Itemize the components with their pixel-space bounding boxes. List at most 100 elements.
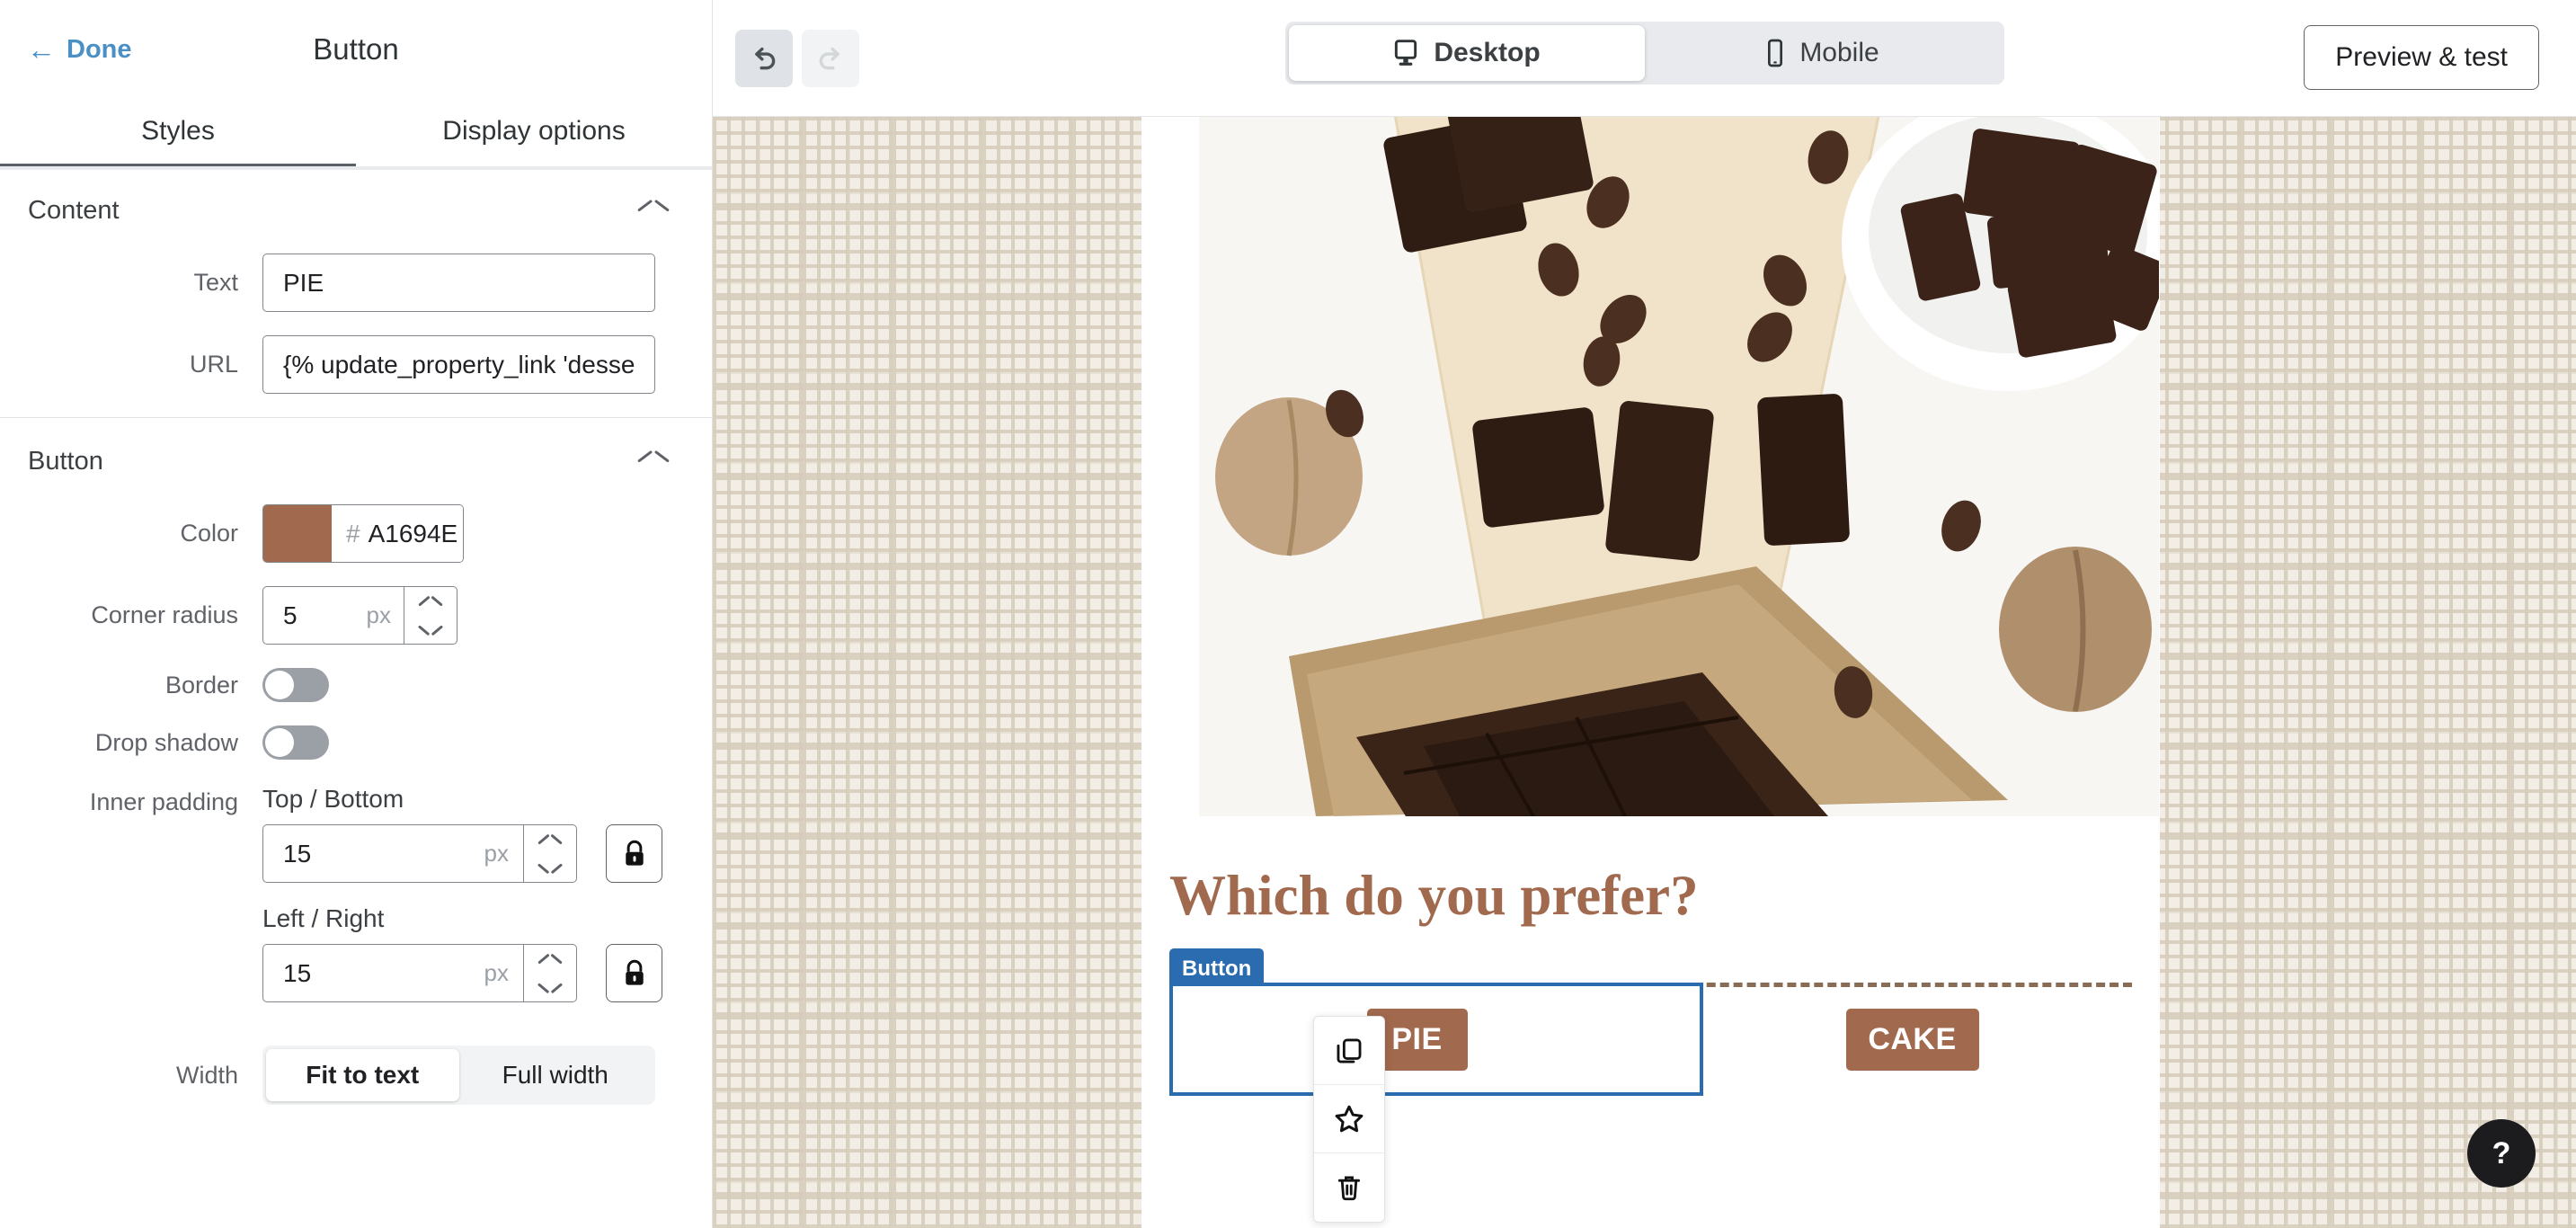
text-input[interactable]: PIE bbox=[262, 254, 655, 312]
device-option-desktop-label: Desktop bbox=[1434, 38, 1541, 67]
corner-radius-unit: px bbox=[366, 601, 391, 628]
tabs-baseline bbox=[0, 166, 712, 170]
top-bottom-row: 15 px bbox=[262, 824, 662, 883]
corner-radius-value: 5 bbox=[283, 601, 298, 629]
left-right-label: Left / Right bbox=[262, 904, 385, 932]
undo-button[interactable] bbox=[735, 29, 793, 87]
button-cell-pie[interactable]: PIE bbox=[1169, 983, 1703, 1096]
copy-icon bbox=[1337, 1038, 1362, 1063]
chevron-up-icon[interactable] bbox=[419, 599, 442, 611]
duplicate-block-button[interactable] bbox=[1314, 1017, 1384, 1085]
field-row-inner-padding: Inner padding Top / Bottom 15 px Left / … bbox=[0, 783, 712, 1022]
chevron-up-icon[interactable] bbox=[638, 452, 669, 470]
email-button-cake-label: CAKE bbox=[1868, 1021, 1957, 1056]
email-button-pie-label: PIE bbox=[1391, 1021, 1443, 1056]
back-arrow-icon: ← bbox=[27, 33, 56, 66]
editor-main: Desktop Mobile Preview & test Which do y… bbox=[713, 0, 2576, 1228]
url-input-value: {% update_property_link 'desse bbox=[283, 350, 635, 378]
redo-icon bbox=[819, 47, 839, 69]
chevron-down-icon[interactable] bbox=[419, 619, 442, 632]
help-button-label: ? bbox=[2492, 1135, 2511, 1170]
width-segmented-control: Fit to text Full width bbox=[262, 1046, 655, 1105]
drop-shadow-toggle[interactable] bbox=[262, 725, 329, 760]
delete-block-button[interactable] bbox=[1314, 1153, 1384, 1222]
width-option-full-width[interactable]: Full width bbox=[459, 1049, 653, 1101]
chevron-up-icon[interactable] bbox=[638, 201, 669, 219]
text-input-value: PIE bbox=[283, 268, 324, 297]
top-bottom-lock-button[interactable] bbox=[606, 824, 662, 883]
top-bottom-stepper-buttons[interactable] bbox=[523, 824, 577, 883]
width-label: Width bbox=[175, 1061, 238, 1089]
top-bottom-input[interactable]: 15 px bbox=[262, 824, 523, 883]
width-option-fit-label: Fit to text bbox=[306, 1061, 420, 1089]
lock-icon bbox=[625, 959, 644, 985]
email-body: Which do you prefer? Button PIE CAKE bbox=[1141, 117, 2160, 1228]
color-swatch[interactable] bbox=[263, 505, 332, 562]
email-editor-app: ← Done Button Styles Display options Con… bbox=[0, 0, 2576, 1228]
left-right-input[interactable]: 15 px bbox=[262, 944, 523, 1002]
device-option-desktop[interactable]: Desktop bbox=[1288, 25, 1645, 81]
border-toggle[interactable] bbox=[262, 668, 329, 702]
preview-and-test-label: Preview & test bbox=[2335, 42, 2508, 72]
star-icon bbox=[1335, 1105, 1364, 1132]
field-row-color: Color # A1694E bbox=[0, 504, 712, 563]
left-right-value: 15 bbox=[283, 958, 312, 987]
help-button[interactable]: ? bbox=[2467, 1119, 2536, 1188]
tab-display-options-label: Display options bbox=[442, 116, 626, 146]
chevron-down-icon[interactable] bbox=[538, 858, 562, 870]
field-row-text: Text PIE bbox=[0, 254, 712, 312]
url-input[interactable]: {% update_property_link 'desse bbox=[262, 335, 655, 394]
email-button-cake[interactable]: CAKE bbox=[1845, 1008, 1979, 1071]
color-picker[interactable]: # A1694E bbox=[262, 504, 464, 563]
color-field-label: Color bbox=[180, 520, 238, 547]
left-right-stepper-buttons[interactable] bbox=[523, 944, 577, 1002]
preview-and-test-button[interactable]: Preview & test bbox=[2304, 25, 2539, 90]
device-option-mobile[interactable]: Mobile bbox=[1645, 25, 2001, 81]
device-option-mobile-label: Mobile bbox=[1799, 38, 1879, 67]
text-field-label: Text bbox=[193, 269, 238, 296]
tab-display-options[interactable]: Display options bbox=[356, 99, 712, 164]
section-button-header[interactable]: Button bbox=[0, 418, 712, 504]
email-canvas[interactable]: Which do you prefer? Button PIE CAKE ? bbox=[713, 117, 2576, 1228]
left-right-lock-button[interactable] bbox=[606, 944, 662, 1002]
lock-icon bbox=[625, 840, 644, 866]
block-actions-toolbar bbox=[1313, 1016, 1385, 1223]
field-row-url: URL {% update_property_link 'desse bbox=[0, 335, 712, 394]
done-button[interactable]: ← Done bbox=[27, 35, 132, 65]
section-content-title: Content bbox=[28, 195, 120, 225]
panel-header: ← Done Button bbox=[0, 0, 712, 99]
corner-radius-stepper-buttons[interactable] bbox=[404, 586, 457, 645]
settings-panel: ← Done Button Styles Display options Con… bbox=[0, 0, 713, 1228]
corner-radius-input[interactable]: 5 px bbox=[262, 586, 404, 645]
top-bottom-value: 15 bbox=[283, 839, 312, 868]
color-hex-value: A1694E bbox=[368, 519, 458, 547]
button-cell-cake[interactable]: CAKE bbox=[1665, 983, 2160, 1096]
tab-styles[interactable]: Styles bbox=[0, 99, 356, 170]
email-heading[interactable]: Which do you prefer? bbox=[1141, 816, 2160, 929]
color-hex-input[interactable]: # A1694E bbox=[332, 505, 463, 562]
width-option-fit-to-text[interactable]: Fit to text bbox=[266, 1049, 459, 1101]
top-bottom-label: Top / Bottom bbox=[262, 785, 404, 813]
left-right-row: 15 px bbox=[262, 944, 662, 1002]
chevron-down-icon[interactable] bbox=[538, 977, 562, 990]
editor-toolbar: Desktop Mobile Preview & test bbox=[713, 0, 2576, 117]
chocolate-flatlay-illustration bbox=[1198, 117, 2159, 816]
hash-prefix: # bbox=[346, 519, 360, 547]
chevron-up-icon[interactable] bbox=[538, 837, 562, 850]
toggle-knob bbox=[265, 671, 294, 699]
chevron-up-icon[interactable] bbox=[538, 957, 562, 969]
left-right-unit: px bbox=[484, 959, 509, 986]
corner-radius-label: Corner radius bbox=[91, 601, 238, 628]
favorite-block-button[interactable] bbox=[1314, 1085, 1384, 1153]
undo-redo-group bbox=[735, 29, 859, 87]
button-row: PIE CAKE bbox=[1141, 983, 2160, 1096]
section-button: Button Color # A1694E Corner radius 5 px… bbox=[0, 418, 712, 1105]
field-row-drop-shadow: Drop shadow bbox=[0, 725, 712, 760]
top-bottom-unit: px bbox=[484, 840, 509, 867]
section-content-header[interactable]: Content bbox=[0, 167, 712, 254]
hero-image[interactable] bbox=[1198, 117, 2159, 816]
trash-icon bbox=[1337, 1176, 1361, 1201]
inner-padding-label: Inner padding bbox=[89, 788, 238, 815]
redo-button[interactable] bbox=[802, 29, 859, 87]
width-option-full-label: Full width bbox=[502, 1061, 608, 1089]
